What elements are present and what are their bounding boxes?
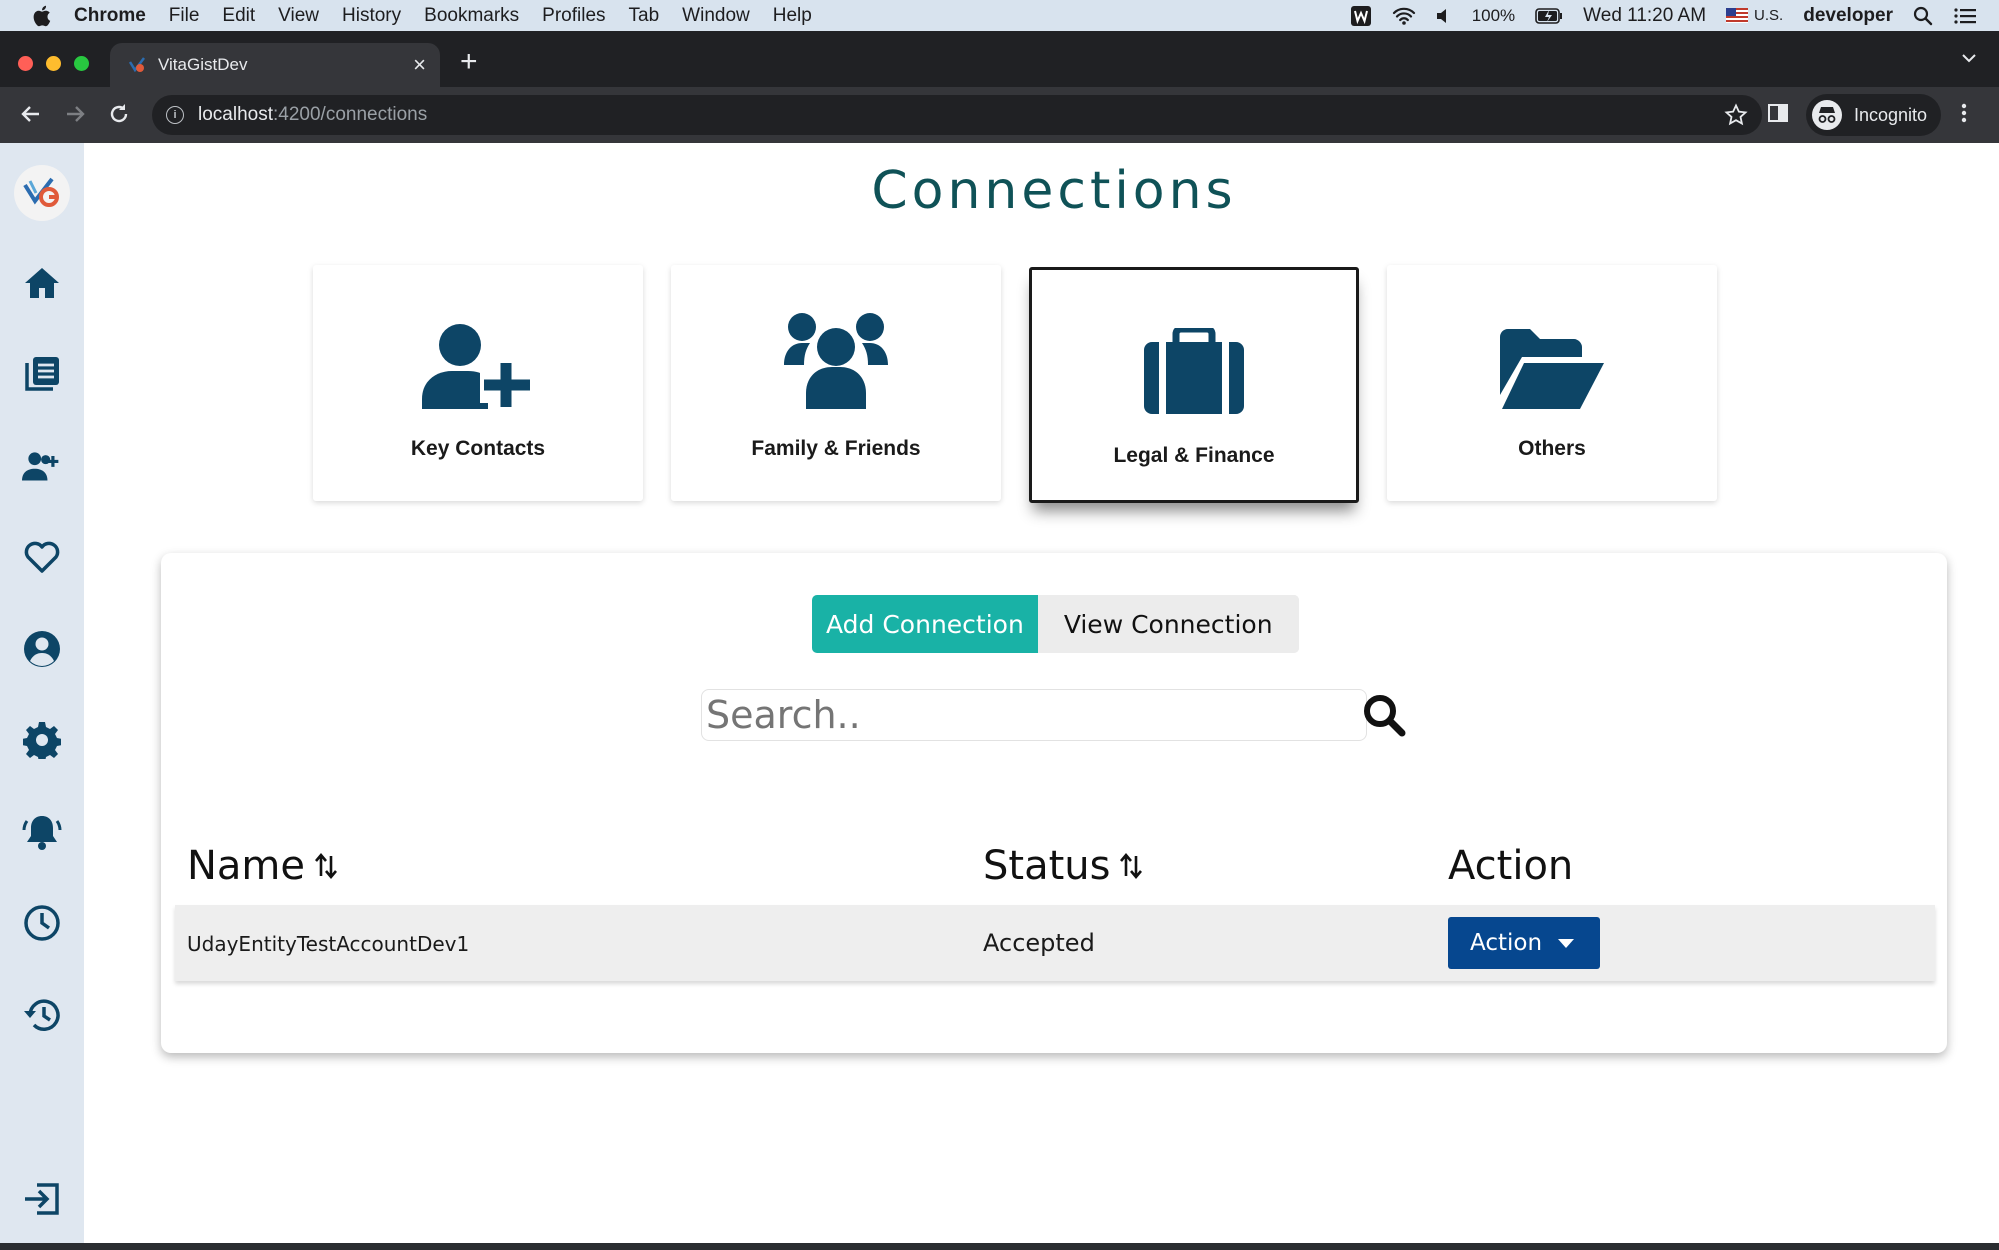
connections-panel: Add Connection View Connection Name Stat… <box>161 553 1947 1053</box>
folder-open-icon <box>1500 313 1604 409</box>
category-card-family-friends[interactable]: Family & Friends <box>671 265 1001 501</box>
add-connection-button[interactable]: Add Connection <box>812 595 1038 653</box>
writer-app-icon[interactable] <box>1350 5 1372 27</box>
web-page: Connections Key Contacts Family & Friend… <box>0 143 1999 1243</box>
menu-view[interactable]: View <box>278 5 319 27</box>
reload-icon[interactable] <box>106 101 132 132</box>
add-contact-icon[interactable] <box>22 446 62 486</box>
browser-tab[interactable]: VitaGistDev × <box>110 43 440 87</box>
users-icon <box>784 313 888 409</box>
side-panel-icon[interactable] <box>1766 101 1790 130</box>
wifi-icon[interactable] <box>1392 6 1416 26</box>
spotlight-search-icon[interactable] <box>1913 6 1933 26</box>
category-card-others[interactable]: Others <box>1387 265 1717 501</box>
incognito-profile-button[interactable]: Incognito <box>1806 94 1942 136</box>
input-source[interactable]: U.S. <box>1754 7 1783 24</box>
battery-percent: 100% <box>1471 5 1516 25</box>
documents-icon[interactable] <box>22 354 62 394</box>
volume-icon[interactable] <box>1436 7 1452 25</box>
sort-icon[interactable] <box>1118 852 1144 880</box>
heart-icon[interactable] <box>22 537 62 577</box>
clock-icon[interactable] <box>22 903 62 943</box>
category-label: Legal & Finance <box>1113 444 1275 467</box>
forward-icon[interactable] <box>62 101 88 132</box>
search-input[interactable] <box>701 689 1367 741</box>
category-card-legal-finance[interactable]: Legal & Finance <box>1029 267 1359 503</box>
main-content: Connections Key Contacts Family & Friend… <box>84 143 1999 1243</box>
incognito-label: Incognito <box>1854 104 1928 125</box>
window-zoom-button[interactable] <box>74 56 89 71</box>
sort-icon[interactable] <box>313 852 339 880</box>
window-close-button[interactable] <box>18 56 33 71</box>
profile-icon[interactable] <box>22 629 62 669</box>
battery-icon[interactable] <box>1535 7 1563 24</box>
window-minimize-button[interactable] <box>46 56 61 71</box>
browser-tab-strip: VitaGistDev × + <box>0 31 1999 87</box>
user-plus-icon <box>422 313 534 409</box>
address-bar[interactable]: i localhost :4200/connections <box>152 95 1762 135</box>
column-header-label: Status <box>983 843 1111 889</box>
menu-profiles[interactable]: Profiles <box>542 5 605 27</box>
column-header-label: Name <box>187 843 306 889</box>
category-card-key-contacts[interactable]: Key Contacts <box>313 265 643 501</box>
search-icon[interactable] <box>1362 693 1406 742</box>
control-center-icon[interactable] <box>1953 6 1977 26</box>
menubar-status-area: 100% Wed 11:20 AM U.S. developer <box>1350 0 1977 31</box>
site-info-icon[interactable]: i <box>166 106 184 124</box>
menu-file[interactable]: File <box>169 5 200 27</box>
category-label: Others <box>1518 437 1586 460</box>
us-flag-icon[interactable] <box>1726 8 1749 23</box>
view-connection-button[interactable]: View Connection <box>1037 595 1299 653</box>
table-row: UdayEntityTestAccountDev1 Accepted Actio… <box>175 905 1935 981</box>
tab-search-chevron-icon[interactable] <box>1961 51 1977 69</box>
menu-tab[interactable]: Tab <box>629 5 660 27</box>
home-icon[interactable] <box>22 263 62 303</box>
logout-icon[interactable] <box>22 1179 62 1219</box>
action-dropdown-button[interactable]: Action <box>1448 917 1600 969</box>
window-bottom-edge <box>0 1243 1999 1250</box>
page-title: Connections <box>871 161 1237 221</box>
url-host: localhost <box>198 104 273 125</box>
back-icon[interactable] <box>18 101 44 132</box>
column-header-status[interactable]: Status <box>983 843 1144 889</box>
apple-icon[interactable] <box>28 3 54 29</box>
incognito-icon <box>1812 100 1842 130</box>
column-header-action: Action <box>1448 843 1573 889</box>
url-path: :4200/connections <box>273 104 428 125</box>
tab-title: VitaGistDev <box>158 55 248 74</box>
connection-mode-toggle: Add Connection View Connection <box>812 595 1299 653</box>
clock[interactable]: Wed 11:20 AM <box>1583 5 1706 27</box>
vitagist-logo[interactable] <box>14 165 70 221</box>
menu-window[interactable]: Window <box>682 5 750 27</box>
browser-toolbar: i localhost :4200/connections Incognito <box>0 87 1999 143</box>
column-header-name[interactable]: Name <box>187 843 339 889</box>
action-button-label: Action <box>1470 930 1543 956</box>
notification-bell-icon[interactable] <box>22 812 62 852</box>
menu-help[interactable]: Help <box>773 5 812 27</box>
briefcase-icon <box>1144 318 1244 414</box>
menu-app-name[interactable]: Chrome <box>74 5 146 27</box>
tab-close-icon[interactable]: × <box>413 52 426 78</box>
sidebar <box>0 143 84 1243</box>
column-header-label: Action <box>1448 843 1574 889</box>
bookmark-star-icon[interactable] <box>1724 103 1748 133</box>
menu-edit[interactable]: Edit <box>222 5 255 27</box>
menu-history[interactable]: History <box>342 5 401 27</box>
history-icon[interactable] <box>22 995 62 1035</box>
category-label: Key Contacts <box>410 437 546 460</box>
caret-down-icon <box>1558 939 1574 948</box>
user-name[interactable]: developer <box>1803 5 1893 27</box>
cell-name: UdayEntityTestAccountDev1 <box>187 932 470 956</box>
new-tab-icon[interactable]: + <box>460 45 478 79</box>
browser-menu-icon[interactable] <box>1958 101 1970 130</box>
settings-gear-icon[interactable] <box>22 720 62 760</box>
cell-status: Accepted <box>983 929 1095 957</box>
category-label: Family & Friends <box>751 437 921 460</box>
menu-bookmarks[interactable]: Bookmarks <box>424 5 519 27</box>
tab-favicon-icon <box>128 56 146 74</box>
macos-menu-bar: Chrome File Edit View History Bookmarks … <box>0 0 1999 31</box>
